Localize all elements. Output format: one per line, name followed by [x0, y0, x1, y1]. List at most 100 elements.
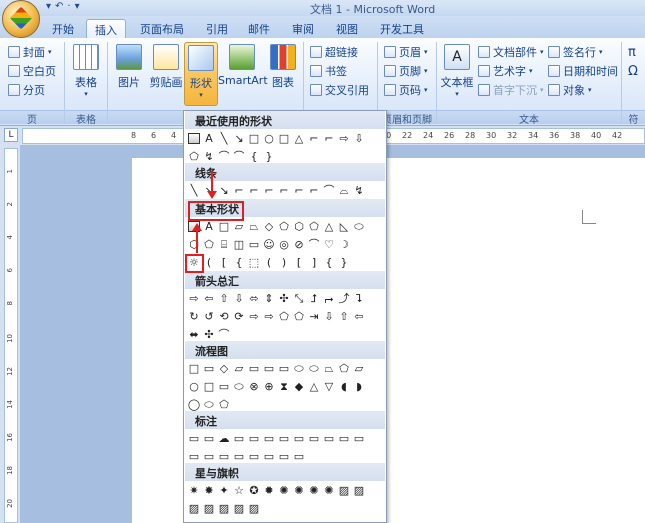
- shape-item[interactable]: ⌒: [217, 327, 231, 341]
- shape-item[interactable]: ▭: [322, 431, 336, 445]
- shape-item[interactable]: ☁: [217, 431, 231, 445]
- shape-item[interactable]: }: [337, 255, 351, 269]
- shape-item[interactable]: ⮥: [307, 291, 321, 305]
- shape-item[interactable]: ⬠: [277, 309, 291, 323]
- shape-item[interactable]: ◆: [292, 379, 306, 393]
- shape-item[interactable]: △: [292, 131, 306, 145]
- shape-item[interactable]: □: [187, 361, 201, 375]
- shape-item[interactable]: ▨: [217, 501, 231, 515]
- shape-item[interactable]: ⬠: [187, 149, 201, 163]
- shape-item[interactable]: ⬭: [292, 361, 306, 375]
- shape-item[interactable]: [187, 131, 201, 145]
- shape-item[interactable]: ⬠: [307, 219, 321, 233]
- shape-item[interactable]: ⬠: [217, 397, 231, 411]
- shape-item[interactable]: ▭: [262, 431, 276, 445]
- footer-button[interactable]: 页脚 ▾: [384, 63, 428, 79]
- shape-item[interactable]: ◯: [187, 397, 201, 411]
- shape-item[interactable]: ⌐: [232, 183, 246, 197]
- bookmark-button[interactable]: 书签: [310, 63, 347, 79]
- shape-item[interactable]: ▱: [232, 219, 246, 233]
- shape-item[interactable]: ╲: [217, 131, 231, 145]
- shape-item[interactable]: ⌐: [247, 183, 261, 197]
- shape-item[interactable]: ⌒: [307, 237, 321, 251]
- chart-button[interactable]: 图表: [266, 42, 300, 106]
- shape-item[interactable]: ▭: [247, 431, 261, 445]
- tab-mailings[interactable]: 邮件: [240, 19, 278, 38]
- shape-item[interactable]: ▭: [262, 361, 276, 375]
- shape-item[interactable]: ✣: [277, 291, 291, 305]
- shape-item[interactable]: ▭: [277, 449, 291, 463]
- shape-item[interactable]: ⌐: [322, 131, 336, 145]
- shape-item[interactable]: ⬠: [337, 361, 351, 375]
- shape-item[interactable]: ✪: [247, 483, 261, 497]
- shape-item[interactable]: ▭: [202, 361, 216, 375]
- header-button[interactable]: 页眉 ▾: [384, 44, 428, 60]
- shape-item[interactable]: ⏢: [322, 361, 336, 375]
- shape-item[interactable]: ⇕: [262, 291, 276, 305]
- shape-item[interactable]: ▭: [232, 431, 246, 445]
- shape-item[interactable]: ⇧: [217, 291, 231, 305]
- shape-item[interactable]: [: [292, 255, 306, 269]
- shape-item[interactable]: ⇨: [247, 309, 261, 323]
- vertical-ruler[interactable]: 1 2 4 6 8 10 12 14 16 18 20: [4, 148, 18, 523]
- shape-item[interactable]: ▨: [352, 483, 366, 497]
- shape-item[interactable]: ✸: [202, 483, 216, 497]
- cross-reference-button[interactable]: 交叉引用: [310, 82, 369, 98]
- shape-item[interactable]: ⌐: [307, 183, 321, 197]
- shape-item[interactable]: ▭: [202, 431, 216, 445]
- shape-item[interactable]: ✹: [262, 483, 276, 497]
- shape-item[interactable]: ✺: [292, 483, 306, 497]
- shape-item[interactable]: }: [262, 149, 276, 163]
- shape-item[interactable]: ⌐: [292, 183, 306, 197]
- shape-item[interactable]: □: [202, 379, 216, 393]
- shape-item[interactable]: ◖: [337, 379, 351, 393]
- shape-item[interactable]: [: [217, 255, 231, 269]
- shape-item[interactable]: ▭: [247, 237, 261, 251]
- shape-item[interactable]: ✦: [217, 483, 231, 497]
- shape-item[interactable]: ⤴: [337, 291, 351, 305]
- shape-item[interactable]: ▭: [217, 449, 231, 463]
- shape-item[interactable]: ✺: [307, 483, 321, 497]
- shape-item[interactable]: ╲: [187, 183, 201, 197]
- shape-item[interactable]: (: [202, 255, 216, 269]
- shape-item[interactable]: ▭: [352, 431, 366, 445]
- shape-item[interactable]: □: [247, 131, 261, 145]
- shape-item[interactable]: ⟳: [232, 309, 246, 323]
- shape-item[interactable]: □: [277, 131, 291, 145]
- shape-item[interactable]: ↺: [202, 309, 216, 323]
- shape-item[interactable]: ↻: [187, 309, 201, 323]
- shape-item[interactable]: ⇧: [337, 309, 351, 323]
- shape-item[interactable]: ✷: [187, 483, 201, 497]
- shape-item[interactable]: ✺: [277, 483, 291, 497]
- shape-item[interactable]: ▨: [232, 501, 246, 515]
- shape-item[interactable]: ◇: [262, 219, 276, 233]
- shape-item[interactable]: ⬚: [247, 255, 261, 269]
- shape-item[interactable]: ↯: [352, 183, 366, 197]
- shape-item[interactable]: ⬭: [352, 219, 366, 233]
- shape-item[interactable]: ): [277, 255, 291, 269]
- shape-item[interactable]: ⌐: [307, 131, 321, 145]
- shape-item[interactable]: ✣: [202, 327, 216, 341]
- shape-item[interactable]: ☽: [337, 237, 351, 251]
- cover-page-button[interactable]: 封面 ▾: [8, 44, 52, 60]
- shape-item[interactable]: ◎: [277, 237, 291, 251]
- table-button[interactable]: 表格 ▾: [67, 42, 105, 106]
- shape-item[interactable]: ◫: [232, 237, 246, 251]
- shape-item[interactable]: ▭: [247, 449, 261, 463]
- shape-item[interactable]: ⌐: [277, 183, 291, 197]
- shape-item[interactable]: ▭: [187, 449, 201, 463]
- shape-item[interactable]: ▭: [277, 361, 291, 375]
- shape-item[interactable]: ▭: [292, 449, 306, 463]
- shape-item[interactable]: ⧗: [277, 379, 291, 393]
- shape-item[interactable]: ]: [307, 255, 321, 269]
- shape-item[interactable]: ⤡: [292, 291, 306, 305]
- shape-item[interactable]: ⊘: [292, 237, 306, 251]
- shape-item[interactable]: ▭: [262, 449, 276, 463]
- shape-item[interactable]: ⟲: [217, 309, 231, 323]
- shape-item[interactable]: ▨: [247, 501, 261, 515]
- tab-page-layout[interactable]: 页面布局: [132, 19, 192, 38]
- shape-item[interactable]: ▭: [277, 431, 291, 445]
- shape-item[interactable]: ◗: [352, 379, 366, 393]
- smartart-button[interactable]: SmartArt: [218, 42, 268, 106]
- shape-item[interactable]: {: [322, 255, 336, 269]
